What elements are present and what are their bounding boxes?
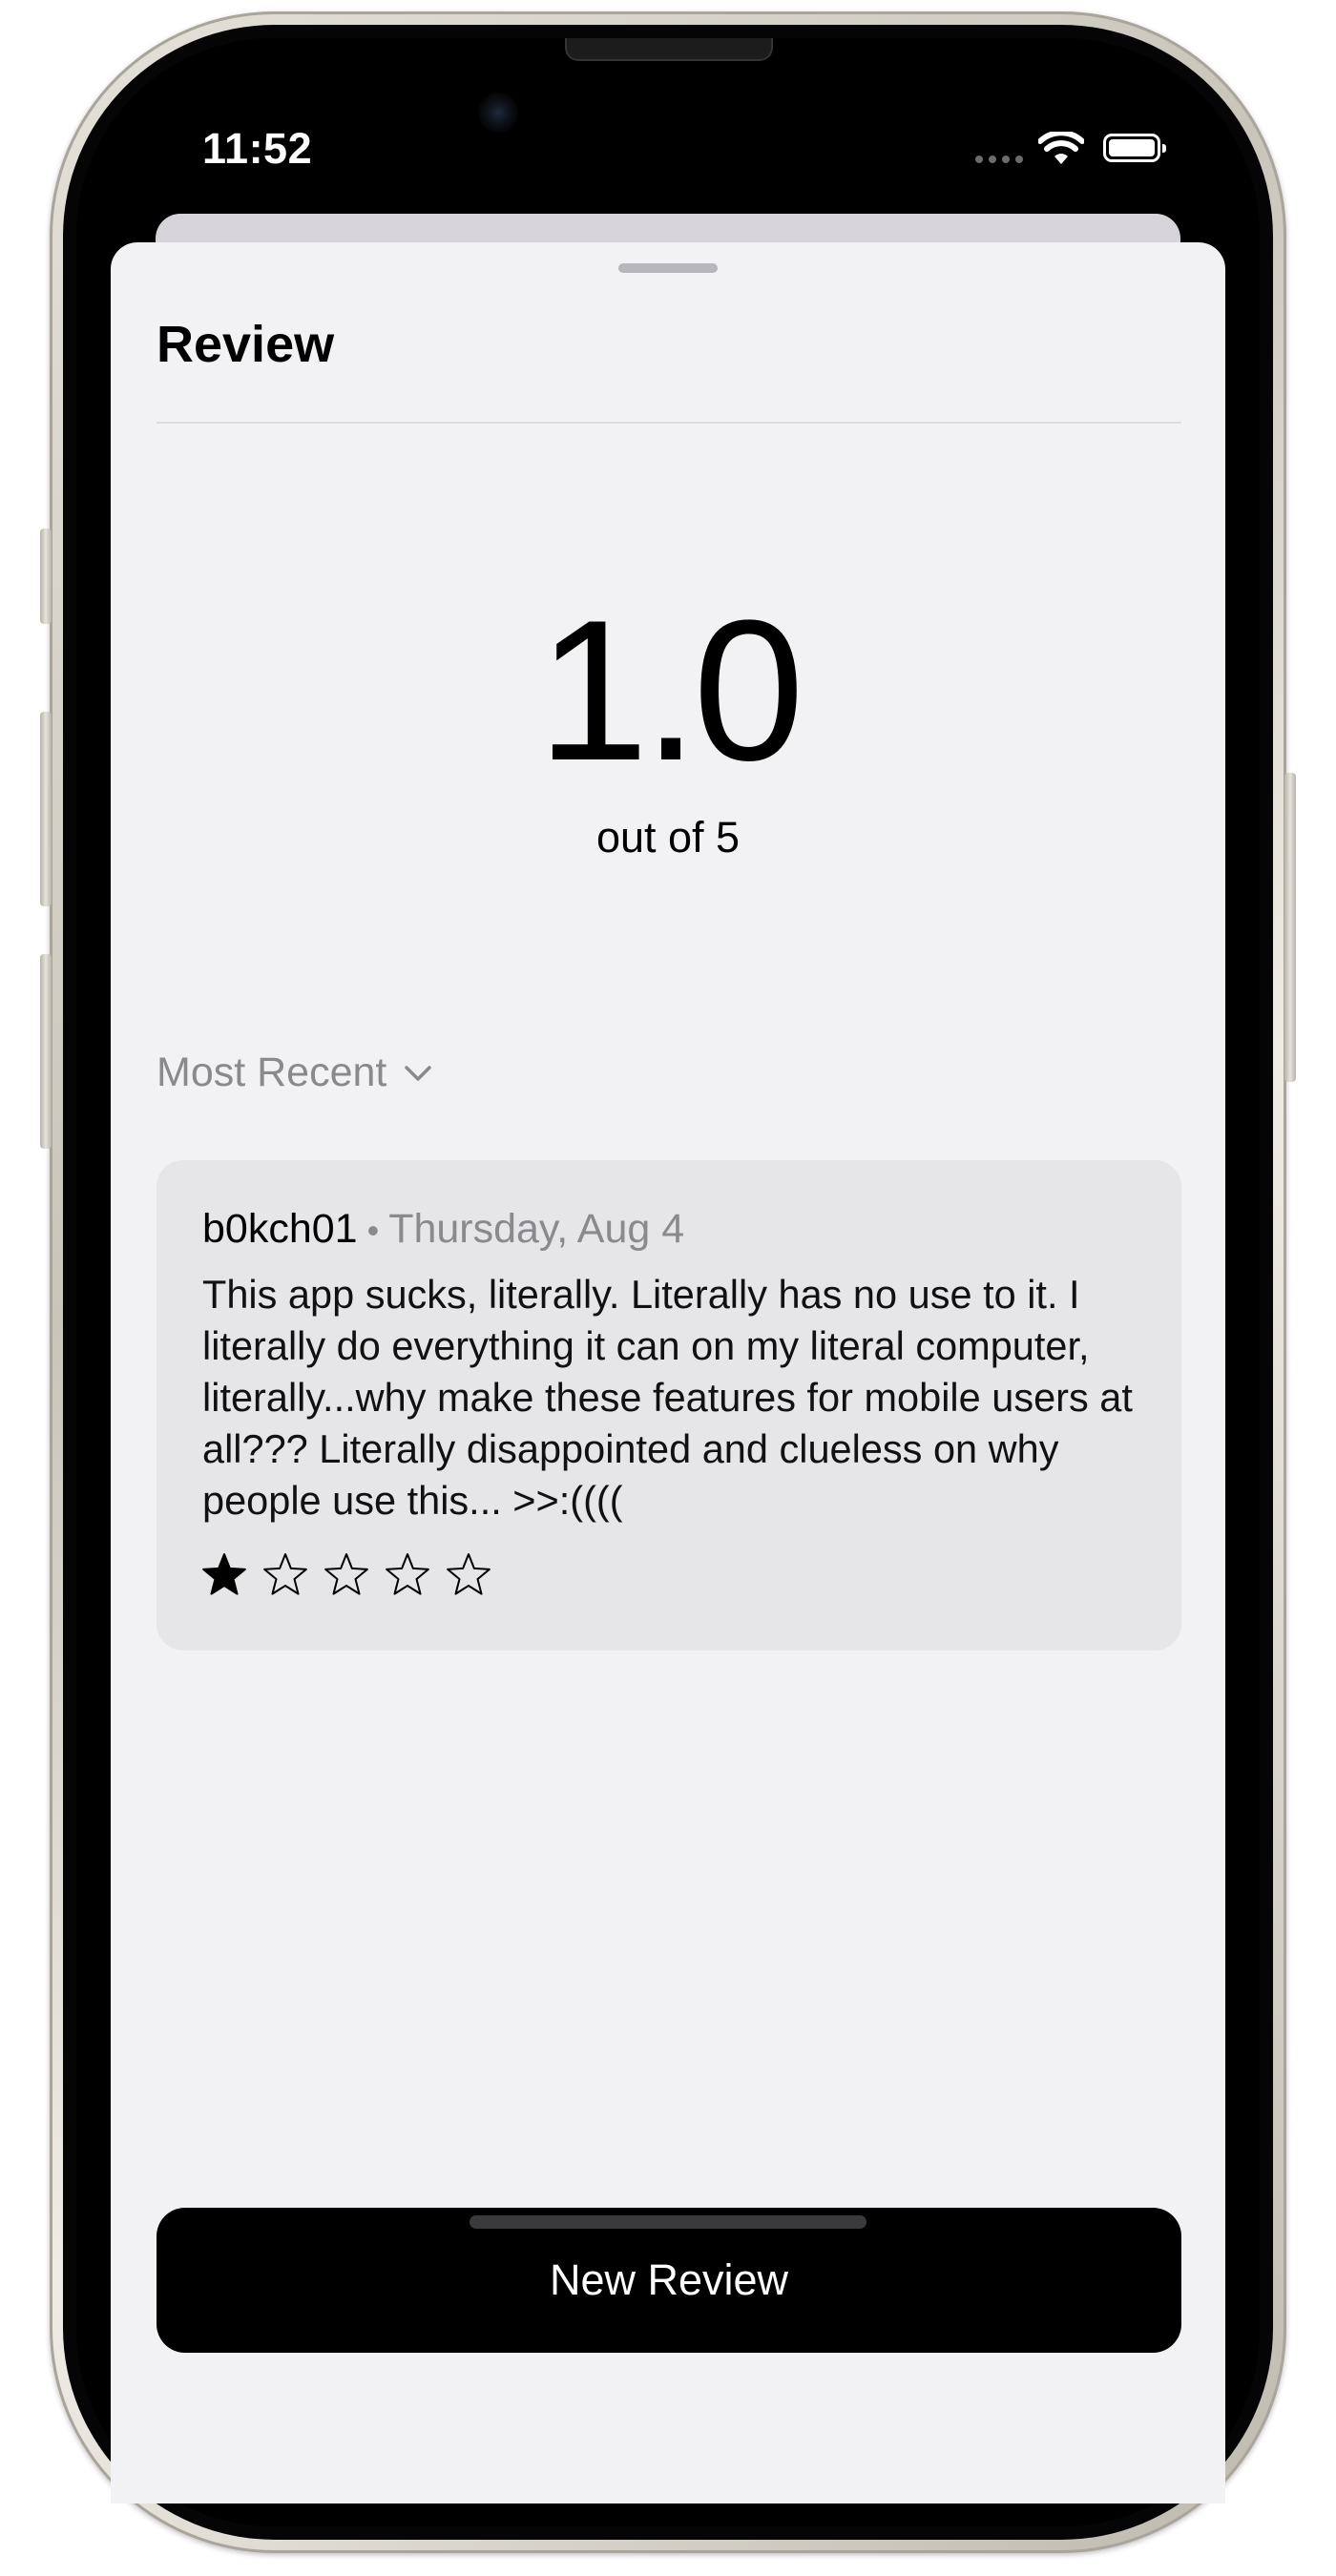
star-outline-icon (447, 1553, 491, 1595)
star-filled-icon (202, 1553, 246, 1595)
review-separator: • (366, 1211, 380, 1250)
chevron-down-icon (405, 1065, 432, 1081)
sheet-grabber[interactable] (618, 263, 718, 273)
review-star-rating (200, 1551, 492, 1599)
battery-icon (1103, 134, 1166, 162)
star-outline-icon (324, 1553, 368, 1595)
review-date: Thursday, Aug 4 (388, 1206, 685, 1252)
rating-scale-label: out of 5 (595, 813, 741, 862)
star-outline-icon (263, 1553, 307, 1595)
review-body: This app sucks, literally. Literally has… (202, 1272, 1133, 1523)
review-sheet: Review 1.0 out of 5 Most Recent b0kch01 •… (111, 242, 1225, 2503)
volume-down-button (40, 954, 52, 1149)
sheet-title: Review (157, 316, 335, 373)
sort-dropdown[interactable]: Most Recent (157, 1049, 432, 1096)
signal-dots-icon (975, 156, 1023, 165)
power-button (1284, 773, 1296, 1082)
status-bar-time: 11:52 (202, 124, 313, 173)
title-divider (157, 422, 1181, 424)
average-rating-value: 1.0 (537, 578, 804, 802)
sort-dropdown-label: Most Recent (157, 1049, 387, 1095)
review-header: b0kch01 • Thursday, Aug 4 (202, 1206, 684, 1253)
wifi-icon (1038, 132, 1084, 164)
front-camera (478, 93, 518, 133)
volume-up-button (40, 712, 52, 906)
home-indicator[interactable] (470, 2215, 866, 2229)
action-button (40, 529, 52, 624)
earpiece-speaker (565, 38, 773, 61)
new-review-button[interactable]: New Review (157, 2208, 1181, 2353)
review-author: b0kch01 (202, 1206, 358, 1252)
review-card: b0kch01 • Thursday, Aug 4 This app sucks, … (157, 1160, 1181, 1651)
star-outline-icon (386, 1553, 429, 1595)
